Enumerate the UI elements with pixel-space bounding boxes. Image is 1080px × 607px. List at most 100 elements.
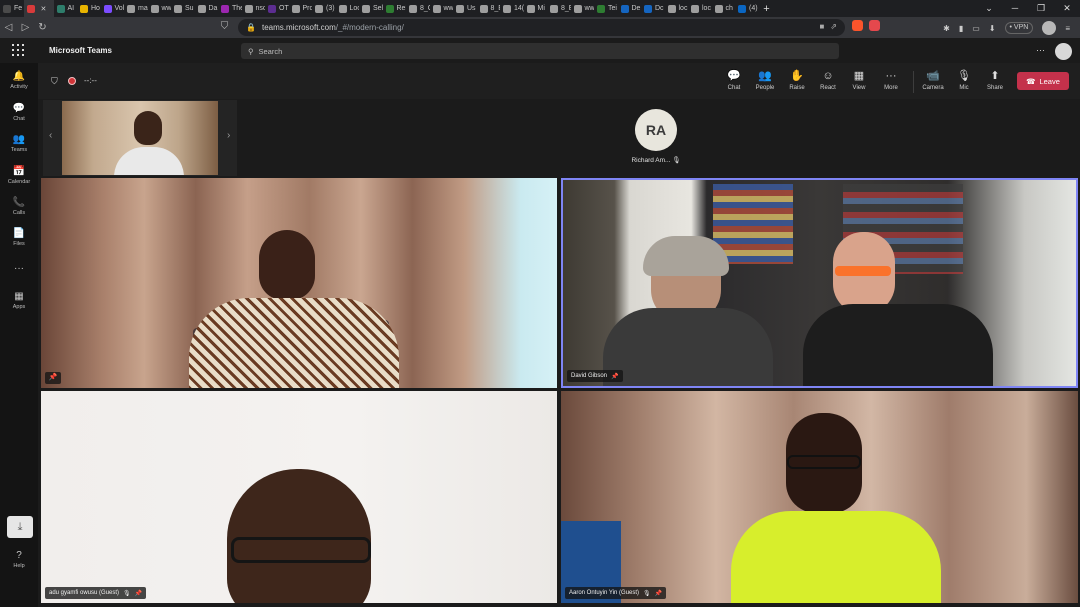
settings-more-icon[interactable]: ···	[1036, 45, 1045, 55]
camera-indicator-icon[interactable]: ■	[819, 22, 824, 31]
pin-icon[interactable]: 📌	[611, 373, 618, 380]
browser-tab[interactable]: (3)	[312, 0, 336, 17]
browser-tab[interactable]: OT	[265, 0, 289, 17]
browser-tab[interactable]: Dc	[641, 0, 665, 17]
rail-item-apps[interactable]: ▦ Apps	[0, 291, 38, 310]
tab-label: Ho	[91, 5, 100, 12]
rail-item-calls[interactable]: 📞 Calls	[0, 197, 38, 216]
browser-tab[interactable]: ww	[430, 0, 453, 17]
back-icon[interactable]: ◁	[0, 22, 17, 33]
leave-button[interactable]: ☎ Leave	[1017, 72, 1069, 90]
people-button[interactable]: 👥 People	[750, 70, 780, 91]
reload-icon[interactable]: ↻	[34, 22, 51, 33]
browser-tab[interactable]: Mi	[524, 0, 548, 17]
browser-tab[interactable]: Loc	[336, 0, 359, 17]
browser-tab[interactable]: 8_E	[477, 0, 501, 17]
rail-item-teams[interactable]: 👥 Teams	[0, 134, 38, 153]
camera-button[interactable]: 📹 Camera	[918, 70, 948, 91]
chevron-left-icon[interactable]: ‹	[49, 130, 52, 141]
tab-search-icon[interactable]: ⌄	[976, 0, 1002, 17]
tab-label: (3)	[326, 5, 335, 12]
mic-muted-icon: 🎙	[643, 590, 651, 597]
minimize-icon[interactable]: ─	[1002, 0, 1028, 17]
download-icon[interactable]: ⤓	[7, 516, 33, 538]
browser-tab[interactable]: 8_E	[547, 0, 571, 17]
browser-tab[interactable]: The	[218, 0, 242, 17]
view-button[interactable]: ▦ View	[844, 70, 874, 91]
share-page-icon[interactable]: ⇗	[830, 22, 837, 31]
browser-tab[interactable]: ✕	[23, 0, 54, 17]
app-launcher-icon[interactable]	[12, 44, 24, 56]
chevron-right-icon[interactable]: ›	[227, 130, 230, 141]
browser-tab[interactable]: Da	[195, 0, 219, 17]
browser-tab[interactable]: ww	[571, 0, 594, 17]
rail-item-chat[interactable]: 💬 Chat	[0, 103, 38, 122]
brave-shield-icon[interactable]	[852, 20, 863, 31]
react-button[interactable]: ☺ React	[813, 70, 843, 91]
brave-rewards-icon[interactable]	[869, 20, 880, 31]
audio-only-participant[interactable]: RA Richard Am... 🎙	[621, 109, 691, 164]
sidebar-icon[interactable]: ▮	[959, 24, 963, 33]
pin-icon[interactable]: 📌	[45, 372, 61, 384]
browser-tab[interactable]: Vol	[101, 0, 125, 17]
browser-tab[interactable]: Ho	[77, 0, 101, 17]
downloads-icon[interactable]: ⬇	[989, 24, 996, 33]
browser-tab[interactable]: loc	[665, 0, 689, 17]
vpn-button[interactable]: • VPN	[1004, 22, 1034, 34]
close-tab-icon[interactable]: ✕	[41, 5, 47, 13]
pin-icon[interactable]: 📌	[655, 590, 662, 597]
rail-item-help[interactable]: ? Help	[0, 550, 38, 569]
rail-item-files[interactable]: 📄 Files	[0, 228, 38, 247]
browser-tab[interactable]: 8_C	[406, 0, 430, 17]
tab-label: Vol	[114, 5, 125, 12]
participant-name-tag: Aaron Ontuyin Yin (Guest) 🎙 📌	[565, 587, 667, 599]
browser-tab[interactable]: Tei	[594, 0, 618, 17]
browser-tab[interactable]: ww	[148, 0, 171, 17]
tab-favicon-icon	[174, 4, 182, 13]
video-tile[interactable]: Aaron Ontuyin Yin (Guest) 🎙 📌	[561, 391, 1078, 603]
pin-icon[interactable]: 📌	[135, 590, 142, 597]
browser-tab[interactable]: AI	[54, 0, 78, 17]
extensions-icon[interactable]: ✱	[943, 24, 950, 33]
mic-button[interactable]: 🎙 Mic	[949, 70, 979, 91]
more-button[interactable]: ··· More	[876, 70, 906, 91]
browser-tab[interactable]: Su	[171, 0, 195, 17]
browser-tab[interactable]: (4)	[735, 0, 759, 17]
tab-label: 8_E	[490, 5, 501, 12]
tab-favicon-icon	[56, 4, 65, 13]
rail-item-more[interactable]: ···	[0, 263, 38, 276]
close-window-icon[interactable]: ✕	[1054, 0, 1080, 17]
browser-menu-icon[interactable]: ≡	[1065, 24, 1070, 33]
address-bar[interactable]: 🔒 teams.microsoft.com/_#/modern-calling/…	[238, 19, 845, 36]
video-tile[interactable]: 📌	[41, 178, 557, 388]
browser-tab[interactable]: Sel	[359, 0, 383, 17]
browser-tab[interactable]: nsc	[242, 0, 265, 17]
rail-item-activity[interactable]: 🔔 Activity	[0, 71, 38, 90]
browser-tab[interactable]: Fe	[0, 0, 24, 17]
chat-button[interactable]: 💬 Chat	[719, 70, 749, 91]
user-avatar[interactable]	[1055, 43, 1072, 60]
share-button[interactable]: ⬆ Share	[980, 70, 1010, 91]
video-tile-active-speaker[interactable]: David Gibson 📌	[561, 178, 1078, 388]
raise-button[interactable]: ✋ Raise	[782, 70, 812, 91]
browser-tab[interactable]: Us	[453, 0, 477, 17]
rail-item-calendar[interactable]: 📅 Calendar	[0, 166, 38, 185]
bookmark-icon[interactable]: ⛉	[216, 21, 233, 32]
participant-thumbnail[interactable]	[62, 101, 218, 175]
browser-tab[interactable]: loc	[688, 0, 712, 17]
search-input[interactable]: ⚲ Search	[241, 43, 839, 59]
new-tab-button[interactable]: +	[759, 3, 775, 15]
browser-tab[interactable]: Pro	[289, 0, 312, 17]
wallet-icon[interactable]: ▭	[972, 24, 980, 33]
browser-profile-avatar[interactable]	[1042, 21, 1057, 35]
browser-tab[interactable]: De	[618, 0, 642, 17]
forward-icon[interactable]: ▷	[17, 22, 34, 33]
browser-toolbar: ◁ ▷ ↻ ⛉ 🔒 teams.microsoft.com/_#/modern-…	[0, 17, 1080, 38]
chat-label: Chat	[727, 85, 741, 91]
maximize-icon[interactable]: ❐	[1028, 0, 1054, 17]
browser-tab[interactable]: ma	[124, 0, 148, 17]
browser-tab[interactable]: 14(	[500, 0, 524, 17]
browser-tab[interactable]: ch	[712, 0, 736, 17]
browser-tab[interactable]: Rel	[383, 0, 406, 17]
video-tile[interactable]: adu gyamfi owusu (Guest) 🎙 📌	[41, 391, 557, 603]
